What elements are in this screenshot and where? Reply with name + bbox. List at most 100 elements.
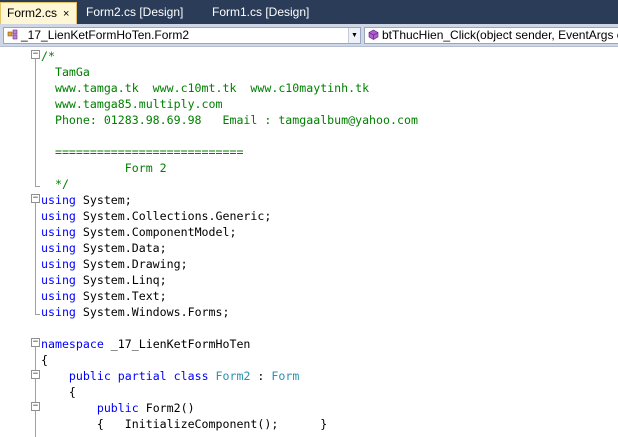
code-text: Form 2 bbox=[41, 160, 167, 176]
code-token: : bbox=[250, 369, 272, 383]
code-text: namespace _17_LienKetFormHoTen bbox=[41, 336, 250, 352]
code-token: System; bbox=[75, 193, 132, 207]
code-line[interactable] bbox=[0, 320, 618, 336]
code-token: Form2() bbox=[138, 401, 195, 415]
code-text: { bbox=[41, 384, 76, 400]
tab-label: Form2.cs [Design] bbox=[86, 5, 184, 19]
chevron-down-icon[interactable]: ▼ bbox=[348, 28, 360, 43]
code-token: { InitializeComponent(); } bbox=[41, 417, 328, 431]
code-text: using System.Text; bbox=[41, 288, 167, 304]
code-token: using bbox=[41, 209, 76, 223]
code-line[interactable]: using System.Data; bbox=[0, 240, 618, 256]
code-token: using bbox=[41, 257, 76, 271]
class-dropdown-value: _17_LienKetFormHoTen.Form2 bbox=[21, 28, 190, 42]
code-token: www.tamga85.multiply.com bbox=[41, 97, 223, 111]
code-text: */ bbox=[41, 176, 69, 192]
code-token: System.Data; bbox=[75, 241, 167, 255]
code-line[interactable]: { bbox=[0, 384, 618, 400]
tab-form1-design[interactable]: Form1.cs [Design] bbox=[206, 2, 320, 24]
code-token: using bbox=[41, 225, 76, 239]
code-line[interactable]: public Form2() bbox=[0, 400, 618, 416]
code-token: using bbox=[41, 241, 76, 255]
code-text: using System; bbox=[41, 192, 132, 208]
code-token: www.tamga.tk www.c10mt.tk www.c10maytinh… bbox=[41, 81, 370, 95]
tab-form2-cs[interactable]: Form2.cs × bbox=[0, 2, 77, 24]
tab-form2-design[interactable]: Form2.cs [Design] bbox=[80, 2, 196, 24]
code-token: using bbox=[41, 289, 76, 303]
code-token: Phone: 01283.98.69.98 Email : tamgaalbum… bbox=[41, 113, 418, 127]
tab-label: Form2.cs bbox=[7, 6, 58, 20]
code-token: public bbox=[96, 401, 139, 415]
code-token: /* bbox=[41, 49, 55, 63]
code-line[interactable]: using System; bbox=[0, 192, 618, 208]
code-line[interactable]: Form 2 bbox=[0, 160, 618, 176]
navigation-bar: _17_LienKetFormHoTen.Form2 ▼ btThucHien_… bbox=[0, 24, 618, 47]
member-dropdown-value: btThucHien_Click(object sender, EventArg… bbox=[382, 28, 618, 42]
code-line[interactable]: namespace _17_LienKetFormHoTen bbox=[0, 336, 618, 352]
code-token: using bbox=[41, 273, 76, 287]
code-text: using System.ComponentModel; bbox=[41, 224, 236, 240]
code-token: { bbox=[41, 353, 48, 367]
code-line[interactable] bbox=[0, 128, 618, 144]
code-token: System.Collections.Generic; bbox=[75, 209, 272, 223]
code-token: { bbox=[41, 385, 76, 399]
code-token: Form 2 bbox=[41, 161, 167, 175]
code-text: www.tamga.tk www.c10mt.tk www.c10maytinh… bbox=[41, 80, 369, 96]
code-line[interactable]: using System.Collections.Generic; bbox=[0, 208, 618, 224]
code-line[interactable]: public partial class Form2 : Form bbox=[0, 368, 618, 384]
code-text: public partial class Form2 : Form bbox=[41, 368, 299, 384]
code-text: { bbox=[41, 352, 48, 368]
code-line[interactable]: { InitializeComponent(); } bbox=[0, 416, 618, 432]
code-line[interactable]: www.tamga85.multiply.com bbox=[0, 96, 618, 112]
class-icon bbox=[7, 29, 18, 40]
class-dropdown[interactable]: _17_LienKetFormHoTen.Form2 ▼ bbox=[3, 27, 361, 44]
code-text: TamGa bbox=[41, 64, 90, 80]
code-text: using System.Drawing; bbox=[41, 256, 188, 272]
code-token: using bbox=[41, 305, 76, 319]
code-line[interactable]: */ bbox=[0, 176, 618, 192]
code-token: class bbox=[173, 369, 209, 383]
code-line[interactable]: using System.Linq; bbox=[0, 272, 618, 288]
method-icon bbox=[368, 29, 379, 40]
code-line[interactable]: Phone: 01283.98.69.98 Email : tamgaalbum… bbox=[0, 112, 618, 128]
code-token: using bbox=[41, 193, 76, 207]
code-token: partial bbox=[117, 369, 167, 383]
code-line[interactable]: using System.Windows.Forms; bbox=[0, 304, 618, 320]
code-token: Form bbox=[271, 369, 300, 383]
code-token: System.Text; bbox=[75, 289, 167, 303]
code-text: using System.Collections.Generic; bbox=[41, 208, 271, 224]
code-line[interactable]: { bbox=[0, 352, 618, 368]
code-text: using System.Data; bbox=[41, 240, 167, 256]
code-token: System.Linq; bbox=[75, 273, 167, 287]
code-token: public bbox=[68, 369, 111, 383]
code-line[interactable]: using System.ComponentModel; bbox=[0, 224, 618, 240]
code-token: =========================== bbox=[41, 145, 244, 159]
code-text: public Form2() bbox=[41, 400, 195, 416]
code-line[interactable]: /* bbox=[0, 48, 618, 64]
code-line[interactable]: using System.Text; bbox=[0, 288, 618, 304]
close-icon[interactable]: × bbox=[63, 8, 69, 20]
code-text: { InitializeComponent(); } bbox=[41, 416, 327, 432]
code-line[interactable]: using System.Drawing; bbox=[0, 256, 618, 272]
member-dropdown[interactable]: btThucHien_Click(object sender, EventArg… bbox=[364, 27, 618, 44]
code-token: TamGa bbox=[41, 65, 90, 79]
code-editor[interactable]: − − − − − /* TamGa www.tamga.tk www.c10m… bbox=[0, 47, 618, 437]
code-line[interactable]: =========================== bbox=[0, 144, 618, 160]
code-text: Phone: 01283.98.69.98 Email : tamgaalbum… bbox=[41, 112, 418, 128]
code-token: System.Windows.Forms; bbox=[75, 305, 230, 319]
code-line[interactable]: www.tamga.tk www.c10mt.tk www.c10maytinh… bbox=[0, 80, 618, 96]
code-token: System.Drawing; bbox=[75, 257, 188, 271]
code-line[interactable]: TamGa bbox=[0, 64, 618, 80]
tab-label: Form1.cs [Design] bbox=[212, 5, 310, 19]
code-token: Form2 bbox=[215, 369, 251, 383]
code-token: _17_LienKetFormHoTen bbox=[103, 337, 251, 351]
code-text: www.tamga85.multiply.com bbox=[41, 96, 223, 112]
code-text: using System.Windows.Forms; bbox=[41, 304, 229, 320]
document-tab-strip: Form2.cs × Form2.cs [Design] Form1.cs [De… bbox=[0, 0, 618, 24]
code-text: /* bbox=[41, 48, 55, 64]
